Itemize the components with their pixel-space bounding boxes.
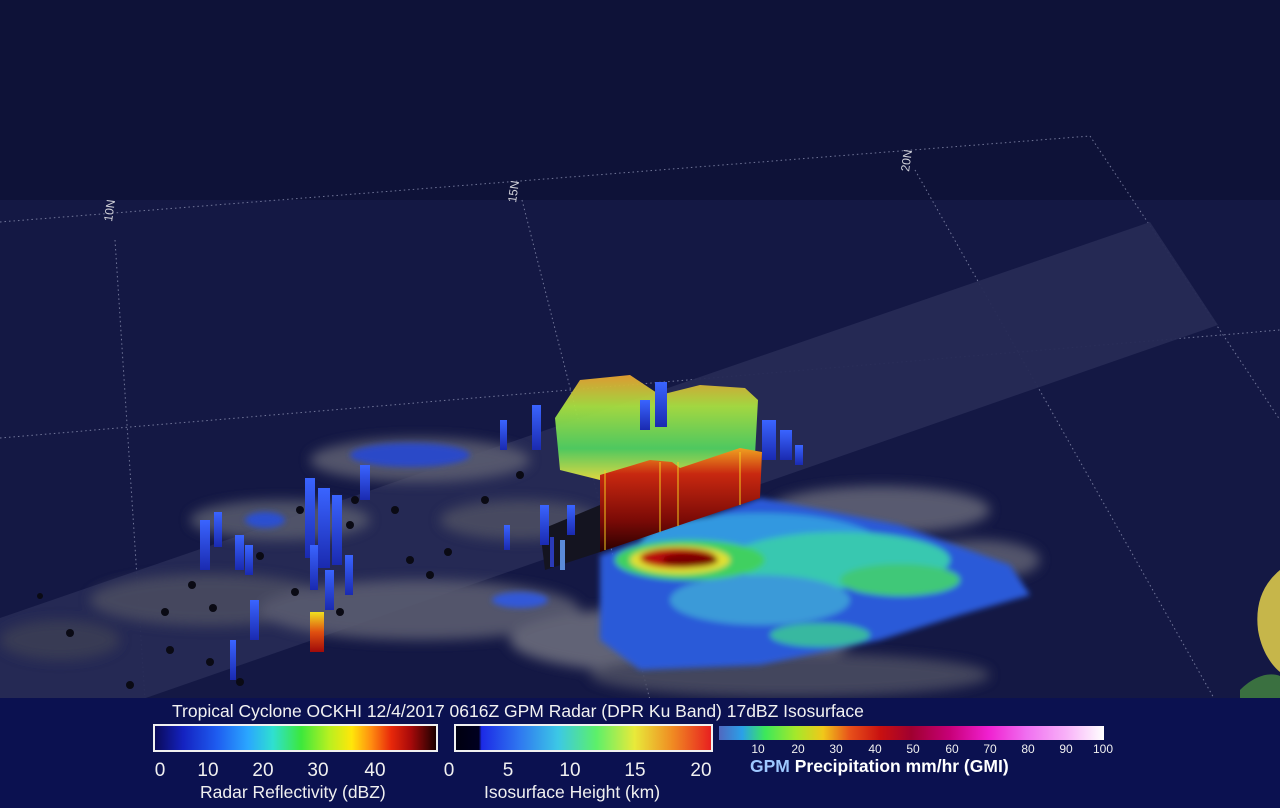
precipitation-tick: 60 <box>945 742 959 756</box>
precipitation-tick: 40 <box>868 742 882 756</box>
precipitation-tick: 50 <box>906 742 920 756</box>
reflectivity-tick: 30 <box>307 760 329 781</box>
reflectivity-tick: 10 <box>197 760 219 781</box>
isosurface-tick: 15 <box>624 760 646 781</box>
precipitation-tick: 10 <box>751 742 765 756</box>
precipitation-colorbar <box>719 726 1104 740</box>
precipitation-tick: 30 <box>829 742 843 756</box>
reflectivity-tick: 0 <box>154 760 166 781</box>
isosurface-tick: 10 <box>559 760 581 781</box>
precipitation-tick: 20 <box>791 742 805 756</box>
legend-panel: Tropical Cyclone OCKHI 12/4/2017 0616Z G… <box>0 698 1280 808</box>
reflectivity-tick: 40 <box>364 760 386 781</box>
isosurface-tick: 5 <box>502 760 514 781</box>
isosurface-label: Isosurface Height (km) <box>484 782 661 802</box>
precipitation-tick: 90 <box>1059 742 1073 756</box>
reflectivity-label: Radar Reflectivity (dBZ) <box>200 782 386 802</box>
precipitation-label: GPM Precipitation mm/hr (GMI) <box>750 756 1009 777</box>
precipitation-tick: 100 <box>1092 742 1114 756</box>
precipitation-tick: 80 <box>1021 742 1035 756</box>
gpm-label: GPM <box>750 756 790 776</box>
precipitation-tick: 70 <box>983 742 997 756</box>
isosurface-tick: 0 <box>443 760 455 781</box>
visualization: 10N 15N 20N Tropical Cyclone OCKHI 12/4/… <box>0 0 1280 808</box>
reflectivity-tick: 20 <box>252 760 274 781</box>
reflectivity-colorbar <box>153 724 438 752</box>
isosurface-tick: 20 <box>690 760 712 781</box>
3d-radar-scene: 10N 15N 20N <box>0 0 1280 700</box>
precipitation-units-label: Precipitation mm/hr (GMI) <box>789 756 1009 776</box>
caption-title: Tropical Cyclone OCKHI 12/4/2017 0616Z G… <box>172 701 864 721</box>
isosurface-colorbar <box>454 724 713 752</box>
small-hot-column <box>310 612 324 652</box>
